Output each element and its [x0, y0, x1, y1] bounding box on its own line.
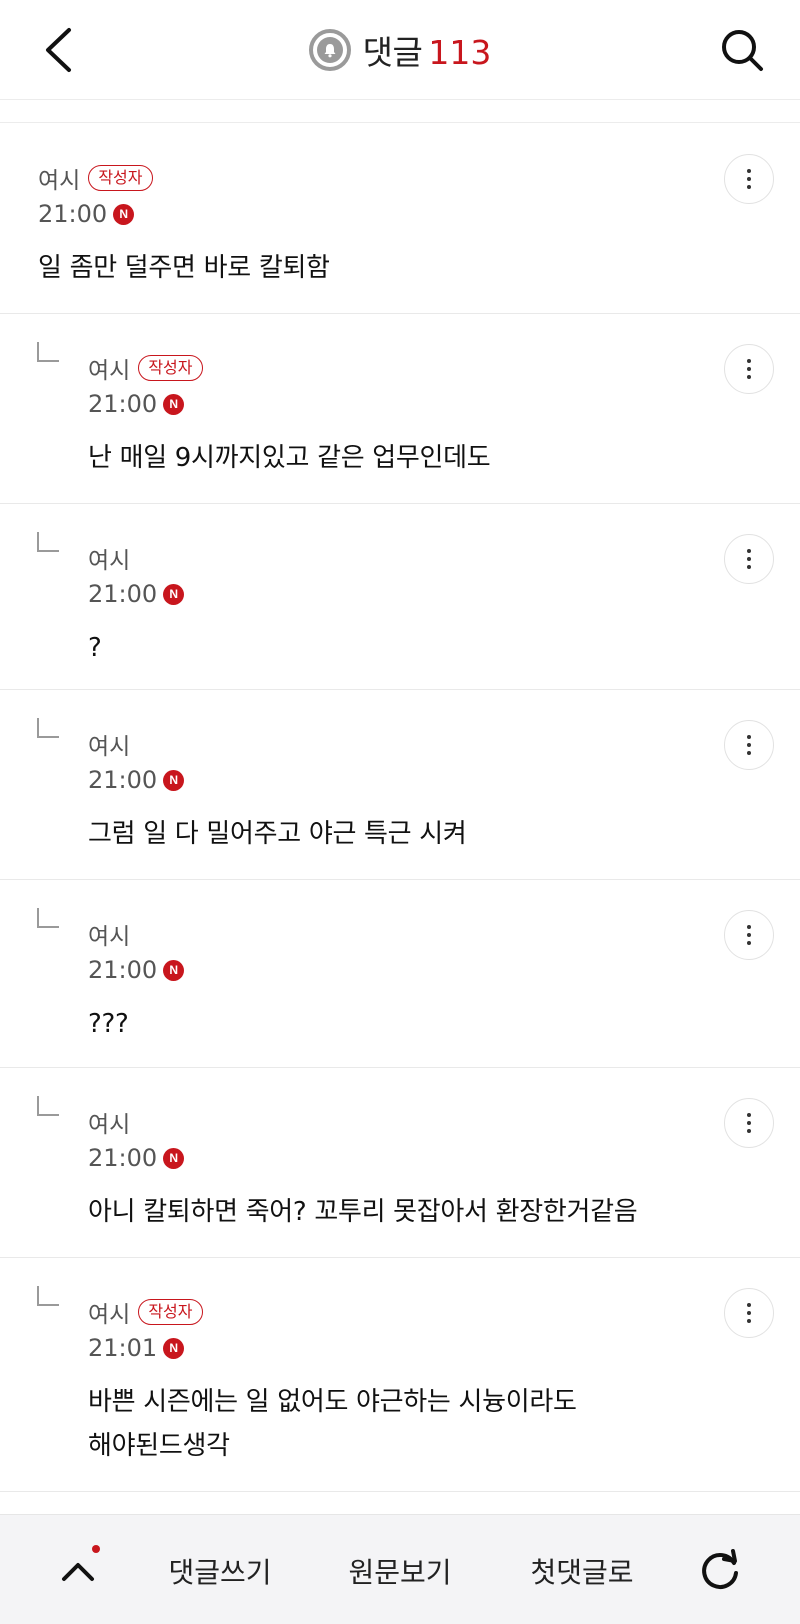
comment-count: 113	[428, 33, 492, 72]
chevron-up-icon	[62, 1563, 94, 1581]
comment-body: 여시 21:00 N ?	[88, 540, 185, 670]
page-title: 댓글 113	[0, 24, 800, 76]
more-options-button[interactable]	[724, 1098, 774, 1148]
comment-text: 아니 칼퇴하면 죽어? 꼬투리 못잡아서 환장한거같음	[88, 1197, 638, 1227]
comment-text: ???	[88, 1009, 129, 1039]
divider	[0, 100, 800, 123]
search-icon	[722, 30, 763, 71]
new-badge: N	[163, 1147, 185, 1169]
reply-arrow-icon	[37, 532, 59, 552]
comment-body: 여시 21:00 N 아니 칼퇴하면 죽어? 꼬투리 못잡아서 환장한거같음	[88, 1104, 638, 1234]
comment-author: 여시	[88, 734, 131, 760]
reply-item: 여시 작성자 21:01 N 바쁜 시즌에는 일 없어도 야근하는 시늉이라도 …	[0, 1258, 800, 1492]
top-bar: 댓글 113	[0, 0, 800, 100]
reply-arrow-icon	[37, 908, 59, 928]
more-options-button[interactable]	[724, 1288, 774, 1338]
comment-body: 여시 21:00 N 그럼 일 다 밀어주고 야근 특근 시켜	[88, 726, 467, 856]
reply-item: 여시 21:00 N ?	[0, 504, 800, 690]
comment-author: 여시	[88, 1302, 131, 1328]
refresh-icon	[702, 1549, 738, 1589]
search-button[interactable]	[714, 22, 770, 78]
reply-arrow-icon	[37, 718, 59, 738]
comment-body: 여시 작성자 21:01 N 바쁜 시즌에는 일 없어도 야근하는 시늉이라도 …	[88, 1294, 577, 1468]
comment-author: 여시	[38, 168, 81, 194]
comment-text: 일 좀만 덜주면 바로 칼퇴함	[38, 253, 330, 283]
comment-text: 난 매일 9시까지있고 같은 업무인데도	[88, 443, 491, 473]
write-comment-button[interactable]: 댓글쓰기	[150, 1543, 290, 1599]
reply-arrow-icon	[37, 1286, 59, 1306]
author-badge: 작성자	[138, 355, 203, 381]
comment-text: ?	[88, 633, 102, 663]
comment-time: 21:00	[88, 766, 158, 794]
title-label: 댓글	[362, 33, 423, 72]
reply-arrow-icon	[37, 342, 59, 362]
bell-icon[interactable]	[308, 29, 351, 71]
comment-item: 여시 작성자 21:00 N 일 좀만 덜주면 바로 칼퇴함	[0, 124, 800, 314]
bottom-toolbar: 댓글쓰기 원문보기 첫댓글로	[0, 1514, 800, 1624]
new-badge: N	[113, 203, 135, 225]
comment-text-line: 바쁜 시즌에는 일 없어도 야근하는 시늉이라도	[88, 1387, 577, 1417]
reply-item: 여시 21:00 N ???	[0, 880, 800, 1068]
comment-time: 21:00	[88, 580, 158, 608]
author-badge: 작성자	[88, 165, 153, 191]
comment-time: 21:00	[88, 1144, 158, 1172]
more-options-button[interactable]	[724, 154, 774, 204]
comment-body: 여시 21:00 N ???	[88, 916, 185, 1046]
reply-arrow-icon	[37, 1096, 59, 1116]
new-badge: N	[163, 393, 185, 415]
scroll-top-button[interactable]	[50, 1543, 106, 1599]
comment-author: 여시	[88, 548, 131, 574]
comment-text: 그럼 일 다 밀어주고 야근 특근 시켜	[88, 819, 467, 849]
comment-body: 여시 작성자 21:00 N 난 매일 9시까지있고 같은 업무인데도	[88, 350, 491, 480]
comment-time: 21:00	[88, 956, 158, 984]
author-badge: 작성자	[138, 1299, 203, 1325]
more-options-button[interactable]	[724, 910, 774, 960]
notification-dot	[92, 1545, 100, 1553]
comment-text: 바쁜 시즌에는 일 없어도 야근하는 시늉이라도 해야된드생각	[88, 1380, 577, 1468]
more-options-button[interactable]	[724, 344, 774, 394]
new-badge: N	[163, 583, 185, 605]
more-options-button[interactable]	[724, 720, 774, 770]
comment-author: 여시	[88, 924, 131, 950]
view-original-button[interactable]: 원문보기	[330, 1543, 470, 1599]
new-badge: N	[163, 769, 185, 791]
first-comment-button[interactable]: 첫댓글로	[512, 1543, 652, 1599]
reply-item: 여시 작성자 21:00 N 난 매일 9시까지있고 같은 업무인데도	[0, 314, 800, 504]
comment-author: 여시	[88, 358, 131, 384]
reply-item: 여시 21:00 N 그럼 일 다 밀어주고 야근 특근 시켜	[0, 690, 800, 880]
comment-text-line: 해야된드생각	[88, 1431, 230, 1461]
reply-item: 여시 21:00 N 아니 칼퇴하면 죽어? 꼬투리 못잡아서 환장한거같음	[0, 1068, 800, 1258]
refresh-button[interactable]	[692, 1543, 748, 1599]
comment-author: 여시	[88, 1112, 131, 1138]
comment-time: 21:00	[38, 200, 108, 228]
new-badge: N	[163, 959, 185, 981]
more-options-button[interactable]	[724, 534, 774, 584]
comment-time: 21:01	[88, 1334, 158, 1362]
comment-body: 여시 작성자 21:00 N 일 좀만 덜주면 바로 칼퇴함	[38, 160, 330, 290]
comment-time: 21:00	[88, 390, 158, 418]
new-badge: N	[163, 1337, 185, 1359]
